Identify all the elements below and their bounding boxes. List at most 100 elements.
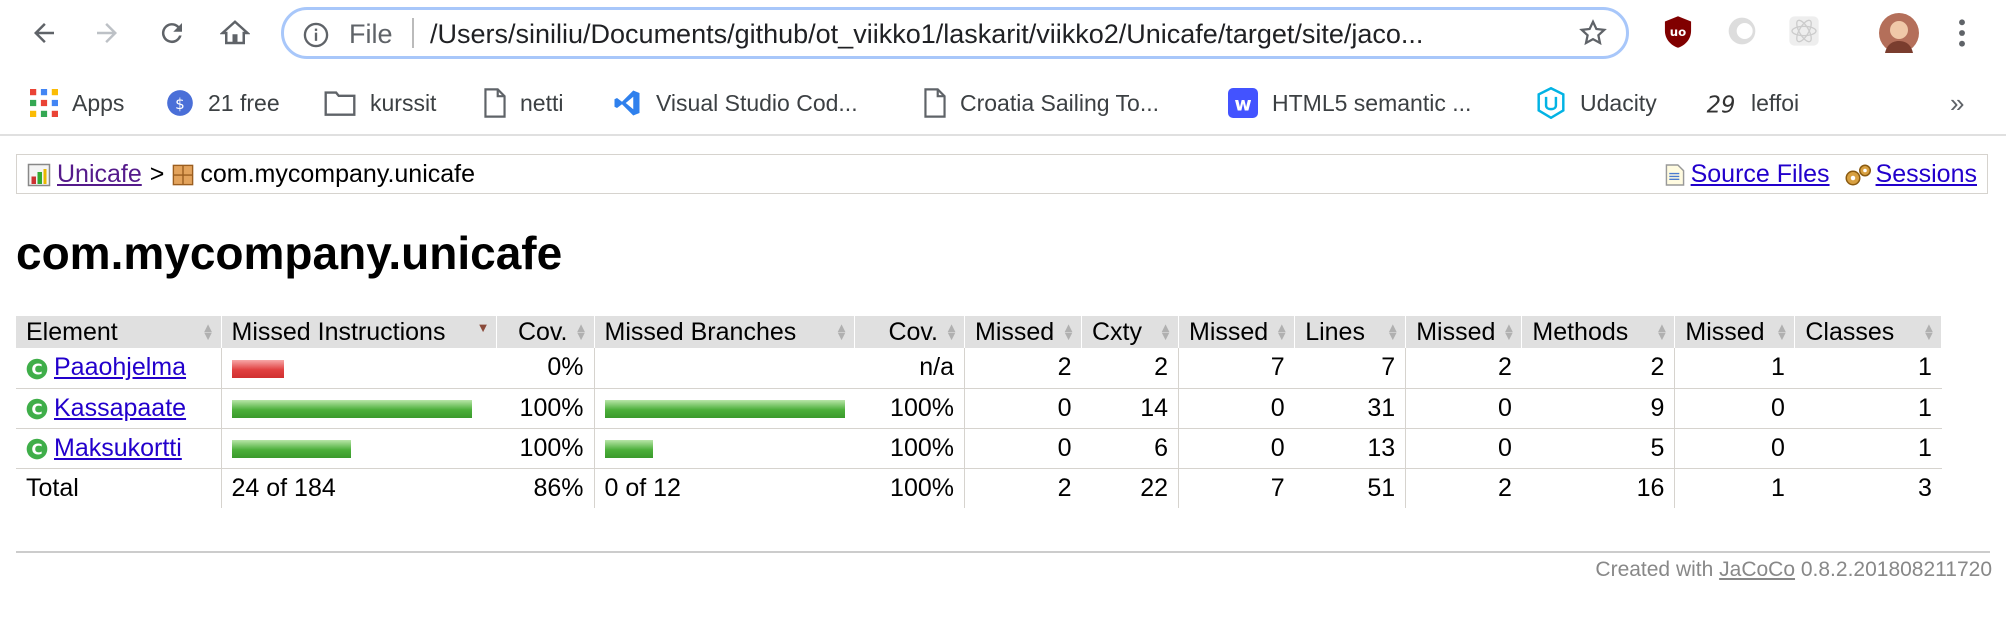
header-classes[interactable]: Classes ▲ ▼ [1794, 316, 1943, 348]
header-instr-coverage[interactable]: Cov. ▲ ▼ [496, 316, 595, 348]
header-missed-instructions[interactable]: Missed Instructions ▼ [221, 316, 497, 348]
total-instructions: 24 of 184 [220, 467, 496, 508]
sort-icon: ▲ ▼ [1502, 320, 1516, 343]
footer: Created with JaCoCo 0.8.2.201808211720 [1595, 558, 1992, 582]
extension-circle-icon[interactable] [1726, 15, 1758, 52]
sessions-link[interactable]: Sessions [1876, 160, 1977, 189]
missed-lines: 7 [1177, 348, 1295, 389]
instruction-bar-cell [220, 348, 496, 389]
bookmark-kurssit[interactable]: kurssit [324, 86, 436, 120]
info-icon[interactable] [302, 21, 330, 54]
sessions-icon [1845, 164, 1871, 185]
classes: 1 [1794, 348, 1942, 389]
instr-coverage: 0% [496, 348, 594, 389]
forward-arrow-icon [97, 23, 117, 43]
udacity-icon [1536, 87, 1566, 119]
bookmark-label: Croatia Sailing To... [960, 89, 1160, 116]
header-methods[interactable]: Methods ▲ ▼ [1521, 316, 1676, 348]
react-devtools-icon[interactable] [1788, 15, 1820, 52]
forward-button[interactable] [87, 13, 127, 53]
bookmark-udacity[interactable]: Udacity [1536, 86, 1657, 120]
table-row: C Maksukortti 100% 100% 0 6 0 13 0 5 0 1 [16, 428, 1942, 469]
package-icon [173, 164, 194, 185]
page-icon [924, 88, 946, 118]
report-icon [27, 163, 51, 186]
bookmark-apps[interactable]: Apps [30, 86, 124, 120]
total-missed-cxty: 2 [964, 467, 1082, 508]
total-missed-lines: 7 [1177, 467, 1295, 508]
element-cell: C Maksukortti [16, 428, 221, 469]
bookmark-label: kurssit [370, 89, 437, 116]
header-missed-lines[interactable]: Missed ▲ ▼ [1178, 316, 1296, 348]
sort-icon: ▲ ▼ [1275, 320, 1289, 343]
sort-icon: ▲ ▼ [201, 320, 215, 343]
breadcrumb-root-link[interactable]: Unicafe [57, 160, 142, 189]
bookmark-croatia[interactable]: Croatia Sailing To... [924, 86, 1159, 120]
class-icon: C [26, 358, 48, 379]
class-link[interactable]: Paaohjelma [54, 353, 186, 381]
classes: 1 [1794, 388, 1942, 429]
branch-bar-cell [593, 388, 855, 429]
branch-coverage: n/a [854, 348, 965, 389]
bookmark-label: netti [520, 89, 564, 116]
lines: 31 [1294, 388, 1406, 429]
profile-avatar[interactable] [1879, 13, 1919, 58]
missed-lines: 0 [1177, 388, 1295, 429]
sort-icon: ▲ ▼ [1655, 320, 1669, 343]
bookmark-netti[interactable]: netti [484, 86, 563, 120]
total-missed-methods: 2 [1405, 467, 1522, 508]
reload-button[interactable] [152, 13, 192, 53]
source-files-link[interactable]: Source Files [1691, 160, 1830, 189]
class-link[interactable]: Maksukortti [54, 434, 182, 462]
bookmark-star-icon[interactable] [1578, 18, 1608, 53]
bookmark-vscode[interactable]: Visual Studio Cod... [612, 86, 858, 120]
covered-branches-bar [604, 439, 653, 458]
menu-kebab-icon[interactable] [1955, 17, 1969, 54]
bookmark-label: 21 free [208, 89, 280, 116]
bookmark-html5[interactable]: w HTML5 semantic ... [1228, 86, 1471, 120]
sort-icon: ▲ ▼ [945, 320, 958, 343]
jacoco-link[interactable]: JaCoCo [1719, 558, 1795, 581]
class-icon: C [26, 398, 48, 420]
bookmark-21-free[interactable]: $ 21 free [166, 86, 280, 120]
header-branch-coverage[interactable]: Cov. ▲ ▼ [854, 316, 965, 348]
total-instr-coverage: 86% [496, 467, 594, 508]
bookmark-label: Visual Studio Cod... [656, 89, 858, 116]
url-text[interactable]: /Users/siniliu/Documents/github/ot_viikk… [430, 19, 1423, 50]
sort-icon: ▲ ▼ [1922, 320, 1936, 343]
svg-text:C: C [31, 360, 42, 378]
sort-icon: ▲ ▼ [1159, 320, 1172, 343]
header-lines[interactable]: Lines ▲ ▼ [1294, 316, 1407, 348]
instr-coverage: 100% [496, 428, 594, 469]
total-cxty: 22 [1081, 467, 1179, 508]
apps-grid-icon [30, 89, 58, 117]
bookmarks-overflow-button[interactable]: » [1950, 86, 1964, 120]
header-missed-branches[interactable]: Missed Branches ▲ ▼ [594, 316, 855, 348]
methods: 2 [1521, 348, 1675, 389]
ublock-extension-icon[interactable]: uo [1662, 15, 1694, 54]
svg-text:w: w [1234, 95, 1251, 116]
missed-cxty: 0 [964, 428, 1082, 469]
missed-methods: 0 [1405, 428, 1522, 469]
bookmark-leffoi[interactable]: 29 leffoi [1705, 86, 1800, 120]
branch-bar-cell [593, 428, 855, 469]
file-scheme-label: File [349, 19, 393, 49]
element-cell: C Paaohjelma [16, 348, 221, 389]
header-missed-methods[interactable]: Missed ▲ ▼ [1405, 316, 1523, 348]
instr-coverage: 100% [496, 388, 594, 429]
missed-cxty: 2 [964, 348, 1082, 389]
coin-icon: $ [166, 89, 194, 117]
sort-icon: ▲ ▼ [1062, 320, 1075, 343]
header-cxty[interactable]: Cxty ▲ ▼ [1081, 316, 1179, 348]
home-button[interactable] [215, 13, 255, 53]
branch-bar-cell [593, 348, 855, 389]
class-link[interactable]: Kassapaate [54, 394, 186, 422]
header-missed-classes[interactable]: Missed ▲ ▼ [1674, 316, 1796, 348]
browser-toolbar: File /Users/siniliu/Documents/github/ot_… [0, 0, 2006, 70]
back-button[interactable] [24, 13, 64, 53]
instruction-bar-cell [220, 388, 496, 429]
address-bar[interactable]: File /Users/siniliu/Documents/github/ot_… [281, 7, 1629, 59]
header-element[interactable]: Element ▲ ▼ [16, 316, 222, 348]
header-missed-cxty[interactable]: Missed ▲ ▼ [964, 316, 1082, 348]
bookmark-label: Udacity [1580, 89, 1657, 116]
